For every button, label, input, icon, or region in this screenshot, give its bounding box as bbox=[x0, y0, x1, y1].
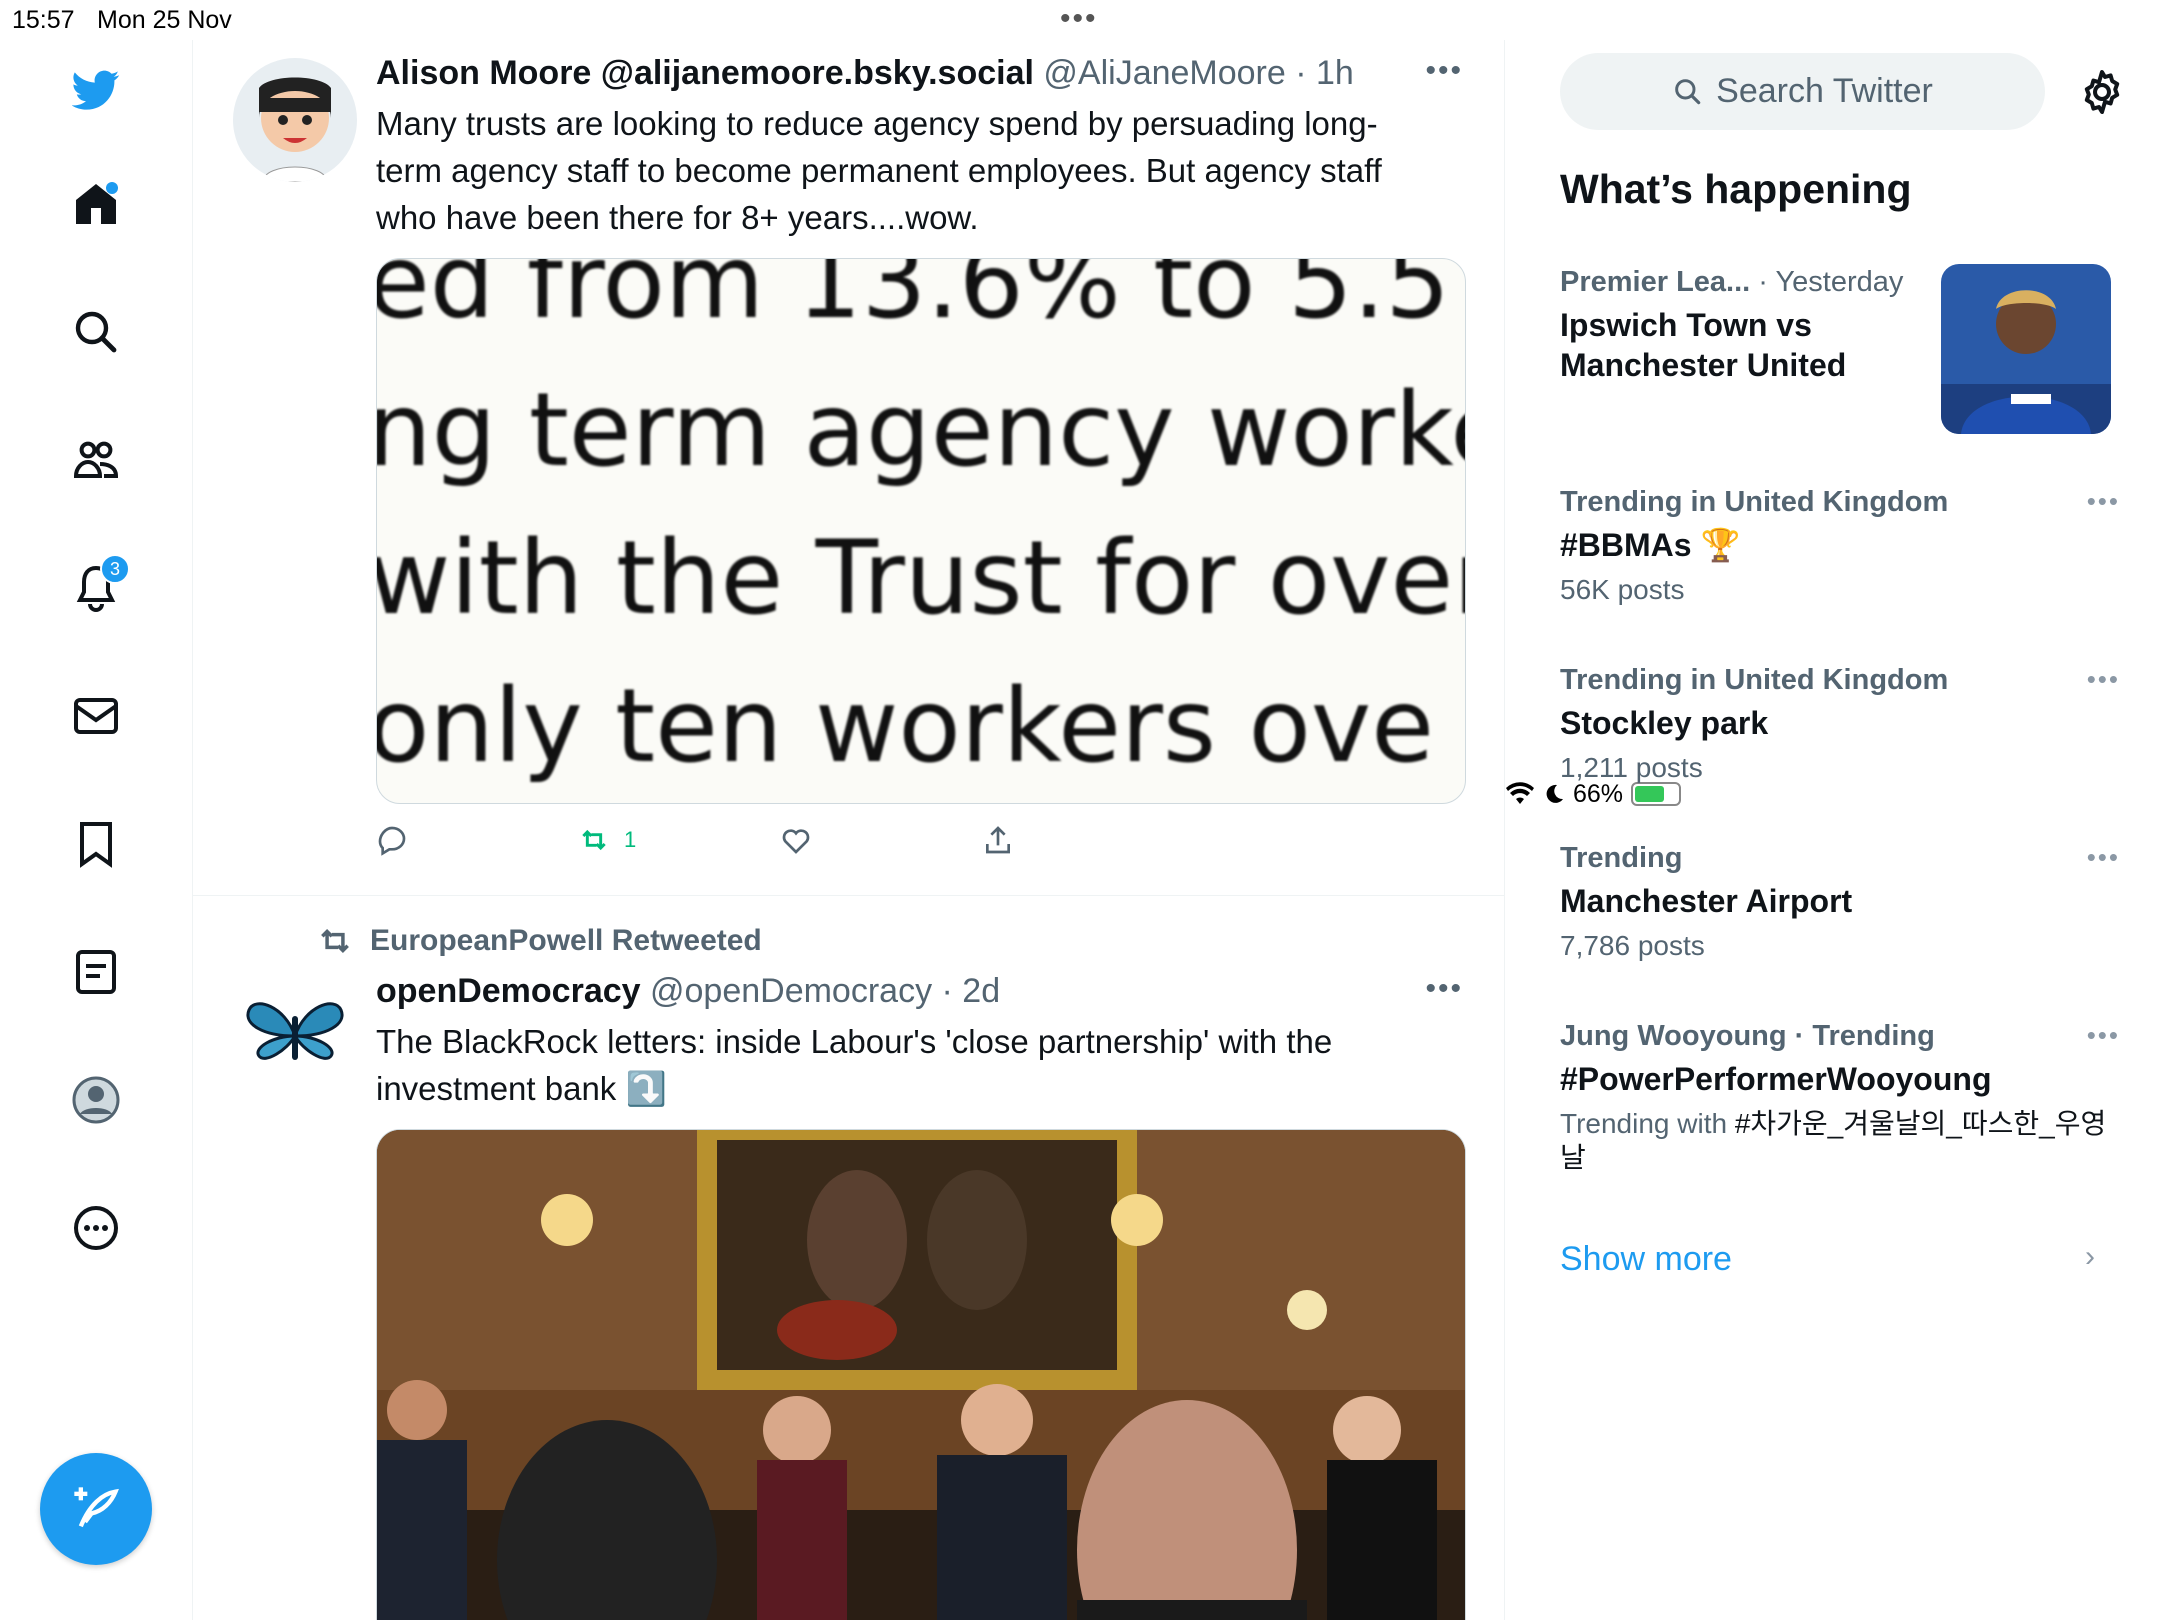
trend-category: Trending bbox=[1560, 842, 1683, 874]
trend-item[interactable]: Premier Lea... · Yesterday Ipswich Town … bbox=[1560, 266, 1940, 385]
more-options-icon[interactable] bbox=[66, 1198, 126, 1258]
trend-title: #PowerPerformerWooyoung bbox=[1560, 1061, 1992, 1097]
search-placeholder: Search Twitter bbox=[1716, 72, 1933, 110]
trend-post-count: 7,786 posts bbox=[1560, 930, 1705, 961]
status-bar: 15:57 Mon 25 Nov ••• 66% bbox=[0, 0, 2160, 808]
trend-item[interactable]: Trending in United Kingdom #BBMAs 🏆 56K … bbox=[1560, 486, 2120, 607]
tweet-more-button[interactable]: ••• bbox=[1425, 972, 1463, 1006]
show-more-link[interactable]: Show more bbox=[1560, 1240, 1732, 1279]
compose-tweet-button[interactable] bbox=[40, 1453, 152, 1565]
trend-item[interactable]: Jung Wooyoung · Trending #PowerPerformer… bbox=[1560, 1020, 2120, 1175]
trend-item[interactable]: Trending in United Kingdom Stockley park… bbox=[1560, 664, 2120, 785]
tweet-more-button[interactable]: ••• bbox=[1425, 54, 1463, 88]
home-unread-dot bbox=[106, 182, 118, 194]
status-date: Mon 25 Nov bbox=[97, 6, 232, 34]
media-text-line: with the Trust for over bbox=[376, 519, 1466, 638]
tweet-text: The BlackRock letters: inside Labour's '… bbox=[376, 1023, 1333, 1107]
feather-plus-icon bbox=[74, 1487, 119, 1528]
tweet[interactable]: EuropeanPowell Retweeted openDemocracy @… bbox=[193, 896, 1504, 1620]
reply-button[interactable] bbox=[376, 824, 578, 856]
lists-icon[interactable] bbox=[66, 942, 126, 1002]
trend-more-button[interactable]: ••• bbox=[2087, 664, 2120, 695]
search-icon bbox=[1675, 78, 1701, 104]
media-text-line: only ten workers ove bbox=[376, 667, 1434, 786]
trend-more-button[interactable]: ••• bbox=[2087, 486, 2120, 517]
tweet-header: Alison Moore @alijanemoore.bsky.social @… bbox=[376, 54, 1354, 93]
heart-icon bbox=[782, 829, 810, 854]
reply-icon bbox=[378, 826, 406, 856]
messages-envelope-icon[interactable] bbox=[66, 686, 126, 746]
retweeted-by-label: EuropeanPowell Retweeted bbox=[370, 924, 762, 957]
trend-title: Stockley park bbox=[1560, 705, 1769, 741]
share-button[interactable] bbox=[982, 824, 1184, 856]
tweet[interactable]: Alison Moore @alijanemoore.bsky.social @… bbox=[193, 40, 1504, 895]
tweet-avatar[interactable] bbox=[233, 58, 357, 182]
chevron-right-icon: › bbox=[2085, 1240, 2095, 1273]
whats-happening-heading: What’s happening bbox=[1560, 166, 1912, 212]
tweet-avatar[interactable] bbox=[233, 976, 357, 1100]
notifications-bell-icon[interactable]: 3 bbox=[66, 554, 130, 618]
tweet-media-image[interactable] bbox=[376, 1129, 1466, 1620]
media-text-line: ng term agency worke bbox=[376, 371, 1466, 490]
timeline: Alison Moore @alijanemoore.bsky.social @… bbox=[193, 40, 1505, 1620]
retweet-count: 1 bbox=[624, 827, 637, 852]
search-bar[interactable]: Search Twitter bbox=[1560, 53, 2045, 130]
trend-time: · Yesterday bbox=[1758, 266, 1904, 298]
status-time: 15:57 bbox=[12, 6, 75, 34]
settings-gear-icon[interactable] bbox=[2078, 68, 2126, 116]
trend-title: Ipswich Town vs Manchester United bbox=[1560, 307, 1847, 383]
profile-avatar-icon[interactable] bbox=[66, 1070, 126, 1130]
tweet-author-name[interactable]: openDemocracy bbox=[376, 972, 641, 1010]
trend-category: Trending in United Kingdom bbox=[1560, 664, 1949, 696]
trend-title: Manchester Airport bbox=[1560, 883, 1853, 919]
tweet-actions: 1 bbox=[376, 824, 1184, 856]
tweet-author-handle[interactable]: @AliJaneMoore bbox=[1043, 54, 1285, 92]
retweet-small-icon bbox=[321, 929, 349, 953]
retweet-icon bbox=[582, 829, 606, 851]
notifications-badge: 3 bbox=[100, 554, 130, 584]
bookmarks-icon[interactable] bbox=[66, 814, 126, 874]
meeting-photo bbox=[377, 1130, 1465, 1620]
tweet-time[interactable]: · 1h bbox=[1295, 54, 1354, 92]
trend-more-button[interactable]: ••• bbox=[2087, 1020, 2120, 1051]
tweet-author-name[interactable]: Alison Moore @alijanemoore.bsky.social bbox=[376, 54, 1034, 92]
media-text-line: ed from 13.6% to 5.5 bbox=[376, 258, 1451, 342]
communities-icon[interactable] bbox=[66, 430, 126, 490]
like-button[interactable] bbox=[780, 824, 982, 856]
trend-title: #BBMAs 🏆 bbox=[1560, 527, 1741, 563]
home-icon[interactable] bbox=[66, 174, 126, 234]
trend-item[interactable]: Trending Manchester Airport 7,786 posts … bbox=[1560, 842, 2120, 963]
trend-post-count: 56K posts bbox=[1560, 574, 1685, 605]
retweeted-by[interactable]: EuropeanPowell Retweeted bbox=[316, 922, 762, 960]
tweet-header: openDemocracy @openDemocracy · 2d bbox=[376, 972, 1000, 1011]
search-icon[interactable] bbox=[66, 302, 126, 362]
trend-post-count: 1,211 posts bbox=[1560, 752, 1703, 783]
trend-category: Trending in United Kingdom bbox=[1560, 486, 1949, 518]
tweet-text: Many trusts are looking to reduce agency… bbox=[376, 105, 1382, 236]
trend-thumbnail[interactable] bbox=[1941, 264, 2111, 434]
tweet-media-image[interactable]: ed from 13.6% to 5.5 ng term agency work… bbox=[376, 258, 1466, 804]
trend-with-label: Trending with bbox=[1560, 1108, 1735, 1139]
retweet-button[interactable]: 1 bbox=[578, 824, 780, 856]
tweet-time[interactable]: · 2d bbox=[942, 972, 1001, 1010]
right-column: Search Twitter What’s happening Premier … bbox=[1505, 40, 2160, 1620]
trend-more-button[interactable]: ••• bbox=[2087, 842, 2120, 873]
twitter-logo-icon[interactable] bbox=[66, 60, 126, 120]
share-icon bbox=[986, 826, 1010, 854]
sidebar: 3 bbox=[0, 40, 193, 1620]
multitasking-dots[interactable]: ••• bbox=[1060, 2, 1098, 36]
tweet-author-handle[interactable]: @openDemocracy bbox=[650, 972, 932, 1010]
trend-category: Premier Lea... bbox=[1560, 266, 1751, 298]
trend-category: Jung Wooyoung · Trending bbox=[1560, 1020, 1935, 1052]
